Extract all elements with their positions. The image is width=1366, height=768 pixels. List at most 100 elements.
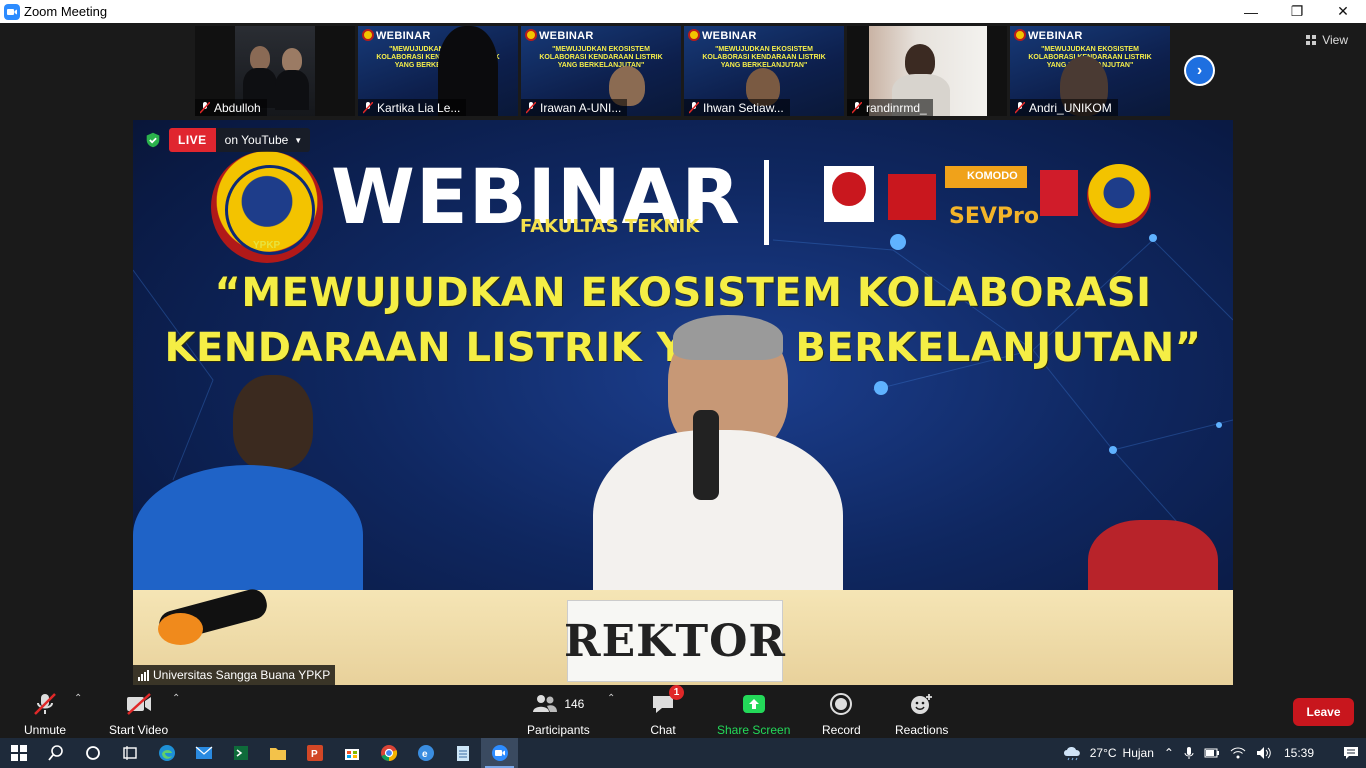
sponsor-logo: KOMODO xyxy=(945,166,1027,188)
speaker-name: Universitas Sangga Buana YPKP xyxy=(153,668,331,682)
signal-bars-icon xyxy=(138,669,149,681)
store-icon[interactable] xyxy=(333,738,370,768)
file-explorer-icon[interactable] xyxy=(259,738,296,768)
unmute-button[interactable]: Unmute xyxy=(24,689,66,737)
chat-bubble-icon: 1 xyxy=(650,685,684,719)
rain-cloud-icon xyxy=(1063,747,1080,761)
person-silhouette xyxy=(250,46,270,70)
zoom-app-icon xyxy=(4,3,20,20)
record-icon xyxy=(829,689,853,719)
muted-mic-icon xyxy=(525,100,537,114)
person-silhouette xyxy=(275,70,309,110)
window-title: Zoom Meeting xyxy=(24,4,108,19)
encryption-shield-icon[interactable] xyxy=(143,130,163,150)
chat-button[interactable]: 1 Chat xyxy=(650,685,684,737)
participant-tile[interactable]: randinrmd_ xyxy=(847,26,1007,116)
clock[interactable]: 15:39 xyxy=(1284,746,1314,760)
video-options-caret-icon[interactable]: ⌃ xyxy=(172,693,180,704)
powerpoint-icon[interactable]: P xyxy=(296,738,333,768)
chrome-icon[interactable] xyxy=(370,738,407,768)
notepad-icon[interactable] xyxy=(444,738,481,768)
participant-name: Andri_UNIKOM xyxy=(1029,100,1112,115)
slide-thumbnail-tagline: "MEWUJUDKAN EKOSISTEM KOLABORASI KENDARA… xyxy=(539,46,663,69)
muted-microphone-icon xyxy=(32,689,58,719)
chevron-down-icon: ▼ xyxy=(294,135,303,145)
notification-center-icon[interactable] xyxy=(1336,746,1366,760)
wifi-icon[interactable] xyxy=(1230,747,1246,759)
unmute-label: Unmute xyxy=(24,723,67,737)
search-icon[interactable] xyxy=(37,738,74,768)
participant-strip: Abdulloh WEBINAR "MEWUJUDKAN EKOSISTEM K… xyxy=(195,26,1170,116)
participant-name-label: randinrmd_ xyxy=(847,99,933,116)
active-speaker-video: LIVE on YouTube ▼ WEBINAR FAKULTAS TEKNIK… xyxy=(133,120,1233,685)
muted-mic-icon xyxy=(362,100,374,114)
battery-icon[interactable] xyxy=(1204,747,1220,759)
banner-subtitle: FAKULTAS TEKNIK xyxy=(520,216,700,237)
mail-icon[interactable] xyxy=(185,738,222,768)
participant-tile[interactable]: Abdulloh xyxy=(195,26,355,116)
cortana-icon[interactable] xyxy=(74,738,111,768)
participant-tile[interactable]: WEBINAR "MEWUJUDKAN EKOSISTEM KOLABORASI… xyxy=(521,26,681,116)
edge-legacy-icon[interactable]: e xyxy=(407,738,444,768)
participants-caret-icon[interactable]: ⌃ xyxy=(607,693,615,704)
microphone-in-use-icon[interactable] xyxy=(1184,746,1194,760)
tagline-line-1: “MEWUJUDKAN EKOSISTEM KOLABORASI xyxy=(214,270,1152,316)
edge-browser-icon[interactable] xyxy=(148,738,185,768)
close-button[interactable]: ✕ xyxy=(1320,0,1366,23)
record-button[interactable]: Record xyxy=(822,689,861,737)
participant-name: Abdulloh xyxy=(214,100,261,115)
slide-thumbnail-title: WEBINAR xyxy=(1028,30,1083,42)
windows-taskbar: P e 27°C Hujan ⌃ 15:39 xyxy=(0,738,1366,768)
participant-tile[interactable]: WEBINAR "MEWUJUDKAN EKOSISTEM KOLABORASI… xyxy=(358,26,518,116)
weather-condition: Hujan xyxy=(1122,746,1154,760)
start-video-button[interactable]: Start Video xyxy=(109,689,168,737)
reactions-button[interactable]: Reactions xyxy=(895,689,948,737)
minimize-button[interactable]: — xyxy=(1228,0,1274,23)
participant-name-label: Ihwan Setiaw... xyxy=(684,99,790,116)
participant-tile[interactable]: WEBINAR "MEWUJUDKAN EKOSISTEM KOLABORASI… xyxy=(684,26,844,116)
restore-button[interactable]: ❐ xyxy=(1274,0,1320,23)
zoom-taskbar-icon[interactable] xyxy=(481,738,518,768)
live-platform: on YouTube xyxy=(224,133,289,147)
university-seal-icon xyxy=(362,29,374,41)
seal-caption: YPKP xyxy=(253,240,281,251)
weather-widget[interactable]: 27°C Hujan xyxy=(1062,745,1154,761)
chat-label: Chat xyxy=(650,723,676,737)
share-screen-button[interactable]: Share Screen xyxy=(717,689,790,737)
participant-name: Irawan A-UNI... xyxy=(540,100,622,115)
slide-thumbnail-title: WEBINAR xyxy=(539,30,594,42)
chat-unread-badge: 1 xyxy=(669,685,684,700)
participants-button[interactable]: 146 Participants xyxy=(527,689,590,737)
reactions-label: Reactions xyxy=(895,723,949,737)
svg-text:P: P xyxy=(311,749,318,760)
speaker-name-label: Universitas Sangga Buana YPKP xyxy=(133,665,336,685)
university-seal-icon xyxy=(1087,164,1151,228)
person-silhouette xyxy=(282,48,302,72)
leave-button[interactable]: Leave xyxy=(1293,698,1354,726)
participant-name-label: Irawan A-UNI... xyxy=(521,99,628,116)
grid-view-icon xyxy=(1306,35,1317,45)
muted-mic-icon xyxy=(851,100,863,114)
sponsor-logo xyxy=(888,174,936,220)
view-label: View xyxy=(1322,33,1348,47)
view-button[interactable]: View xyxy=(1306,33,1348,47)
audio-options-caret-icon[interactable]: ⌃ xyxy=(74,693,82,704)
university-seal-icon xyxy=(1014,29,1026,41)
task-view-icon[interactable] xyxy=(111,738,148,768)
participants-label: Participants xyxy=(527,723,590,737)
microphone-foam xyxy=(158,613,203,645)
muted-mic-icon xyxy=(199,100,211,114)
system-tray: 27°C Hujan ⌃ 15:39 xyxy=(1062,738,1366,768)
volume-icon[interactable] xyxy=(1256,746,1272,760)
next-page-button[interactable]: › xyxy=(1184,55,1215,86)
microphone xyxy=(693,410,719,500)
show-hidden-icons-chevron-icon[interactable]: ⌃ xyxy=(1164,746,1174,760)
terminal-app-icon[interactable] xyxy=(222,738,259,768)
smiley-plus-icon xyxy=(909,689,935,719)
live-on-youtube-dropdown[interactable]: LIVE on YouTube ▼ xyxy=(169,128,311,152)
windows-start-icon[interactable] xyxy=(0,738,37,768)
participant-tile[interactable]: WEBINAR "MEWUJUDKAN EKOSISTEM KOLABORASI… xyxy=(1010,26,1170,116)
name-placard: REKTOR xyxy=(564,600,785,682)
participant-name-label: Abdulloh xyxy=(195,99,267,116)
participant-name: Kartika Lia Le... xyxy=(377,100,461,115)
